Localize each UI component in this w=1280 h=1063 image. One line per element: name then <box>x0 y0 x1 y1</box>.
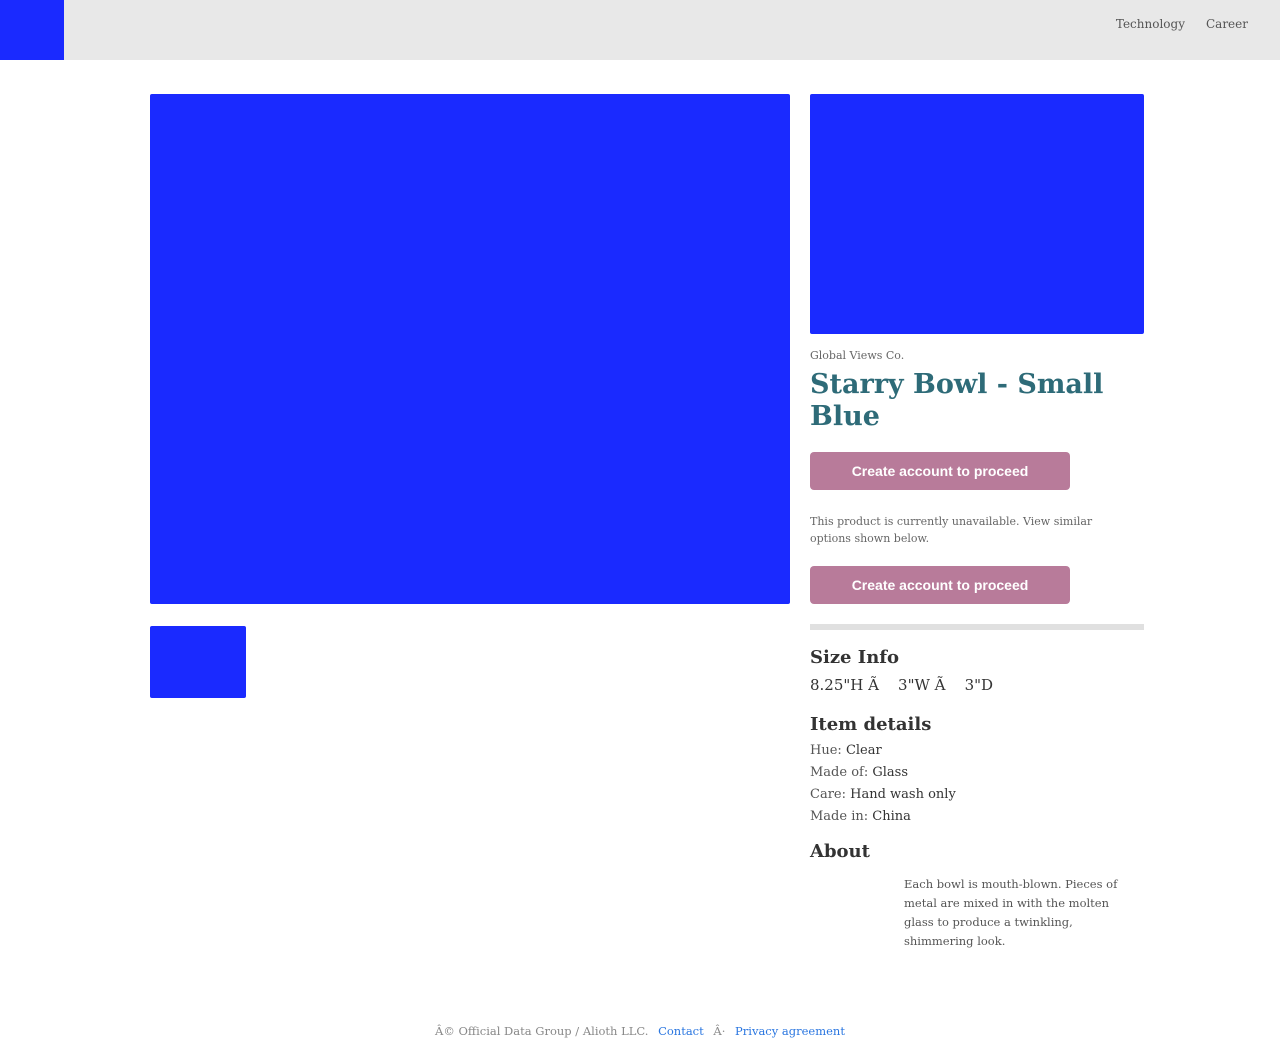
detail-row-care: Care: Hand wash only <box>810 784 956 806</box>
detail-row-origin: Made in: China <box>810 806 956 828</box>
section-divider <box>810 624 1144 630</box>
size-dimensions: 8.25"H Ã 3"W Ã 3"D <box>810 676 994 694</box>
detail-row-hue: Hue: Clear <box>810 740 956 762</box>
footer-copyright: Â© Official Data Group / Alioth LLC. <box>435 1024 649 1038</box>
detail-value: Glass <box>872 765 909 780</box>
detail-label: Made of: <box>810 765 869 780</box>
size-info-heading: Size Info <box>810 647 900 668</box>
top-navigation-bar: Technology Career <box>0 0 1280 60</box>
item-details-heading: Item details <box>810 714 932 735</box>
detail-label: Care: <box>810 787 846 802</box>
item-details-list: Hue: Clear Made of: Glass Care: Hand was… <box>810 740 956 828</box>
nav-link-technology[interactable]: Technology <box>1116 17 1185 31</box>
nav-link-career[interactable]: Career <box>1206 17 1248 31</box>
footer-contact-link[interactable]: Contact <box>658 1024 704 1038</box>
detail-value: China <box>872 809 911 824</box>
footer-separator: Â· <box>713 1024 726 1038</box>
about-heading: About <box>810 841 870 862</box>
product-thumbnail[interactable] <box>150 626 246 698</box>
footer: Â© Official Data Group / Alioth LLC. Con… <box>0 1024 1280 1038</box>
product-main-image <box>150 94 790 604</box>
product-title: Starry Bowl - Small Blue <box>810 369 1104 432</box>
footer-privacy-link[interactable]: Privacy agreement <box>735 1024 845 1038</box>
create-account-button[interactable]: Create account to proceed <box>810 452 1070 490</box>
product-brand: Global Views Co. <box>810 349 905 362</box>
create-account-button-secondary[interactable]: Create account to proceed <box>810 566 1070 604</box>
detail-label: Made in: <box>810 809 869 824</box>
about-text: Each bowl is mouth-blown. Pieces of meta… <box>904 877 1118 948</box>
unavailable-notice: This product is currently unavailable. V… <box>810 515 1093 545</box>
detail-value: Hand wash only <box>850 787 956 802</box>
detail-label: Hue: <box>810 743 842 758</box>
main-nav: Technology Career <box>1116 17 1248 31</box>
detail-value: Clear <box>845 743 882 758</box>
detail-row-material: Made of: Glass <box>810 762 956 784</box>
product-secondary-image <box>810 94 1144 334</box>
logo[interactable] <box>0 0 64 60</box>
